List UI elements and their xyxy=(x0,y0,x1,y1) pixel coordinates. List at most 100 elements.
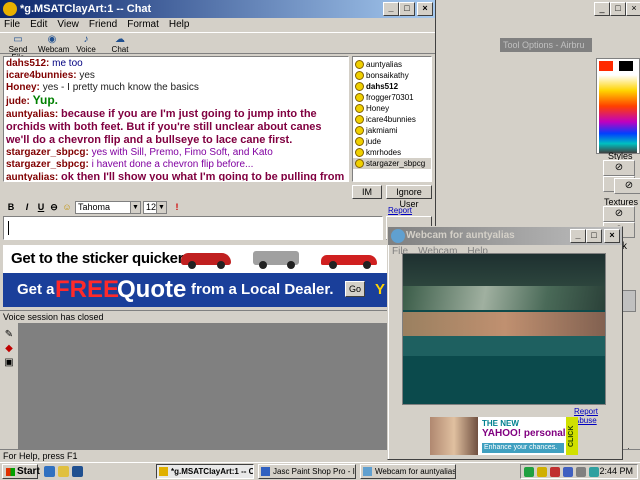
user-list-item[interactable]: dahs512 xyxy=(353,81,431,92)
close-button[interactable]: × xyxy=(604,229,620,243)
user-list-item[interactable]: icare4bunnies xyxy=(353,114,431,125)
chat-message: jude: Yup. xyxy=(6,94,346,108)
task-label: Jasc Paint Shop Pro - Ima... xyxy=(273,467,355,476)
toolbar-chat-button[interactable]: ☁ Chat xyxy=(106,33,134,54)
smiley-face-icon xyxy=(355,137,364,146)
menu-help[interactable]: Help xyxy=(169,18,190,32)
network-icon[interactable] xyxy=(524,467,534,477)
underline-button[interactable]: U xyxy=(35,201,47,214)
taskbar-task-button[interactable]: Jasc Paint Shop Pro - Ima... xyxy=(258,464,356,479)
ad-photo xyxy=(430,417,478,455)
style-null-icon[interactable]: ⊘ xyxy=(603,160,635,176)
smiley-face-icon xyxy=(355,159,364,168)
maximize-button[interactable]: □ xyxy=(399,2,415,16)
toolbar-send-file-button[interactable]: ▭Send File xyxy=(4,33,32,62)
ad-brand: YAHOO! personals xyxy=(482,428,572,439)
menu-format[interactable]: Format xyxy=(127,18,159,32)
color-gradient-picker[interactable] xyxy=(599,75,637,153)
minimize-icon[interactable]: _ xyxy=(594,2,610,16)
user-list-item[interactable]: bonsaikathy xyxy=(353,70,431,81)
start-button[interactable]: Start xyxy=(2,464,40,479)
ignore-user-button[interactable]: Ignore User xyxy=(386,185,432,209)
webcam-titlebar[interactable]: Webcam for auntyalias _ □ × xyxy=(388,227,622,245)
foreground-swatch[interactable] xyxy=(599,61,613,71)
emoticon-icon[interactable]: ☺ xyxy=(61,201,73,214)
banner-quote: Quote xyxy=(117,276,187,303)
ad-tagline: Enhance your chances. xyxy=(482,443,564,453)
toolbar-webcam-button[interactable]: ◉ Webcam xyxy=(38,33,69,54)
user-list-item[interactable]: auntyalias xyxy=(353,59,431,70)
banner-bottom-strip: Get a FREE Quote from a Local Dealer. Go… xyxy=(3,273,387,307)
user-list-item[interactable]: stargazer_sbpcg xyxy=(353,158,431,169)
message-input[interactable] xyxy=(3,216,383,240)
voice-panel xyxy=(0,323,436,449)
outlook-express-icon[interactable] xyxy=(58,466,69,477)
menu-edit[interactable]: Edit xyxy=(30,18,47,32)
user-list-item[interactable]: Honey xyxy=(353,103,431,114)
im-button[interactable]: IM xyxy=(352,185,382,199)
voice-tools: ✎ ◆ ▣ xyxy=(0,323,18,449)
menu-view[interactable]: View xyxy=(57,18,79,32)
message-text: yes xyxy=(79,70,95,81)
user-list-item[interactable]: kmrhodes xyxy=(353,147,431,158)
smiley-face-icon xyxy=(355,104,364,113)
message-sender: stargazer_sbpcg: xyxy=(6,147,89,158)
taskbar-task-button[interactable]: Webcam for auntyalias xyxy=(360,464,456,479)
chat-log[interactable]: dahs512: me too icare4bunnies: yes Honey: … xyxy=(3,56,349,182)
chevron-down-icon: ▼ xyxy=(130,202,140,213)
maximize-button[interactable]: □ xyxy=(586,229,602,243)
close-icon[interactable]: × xyxy=(626,2,640,16)
style-null-icon-2[interactable]: ⊘ xyxy=(614,178,640,194)
toolbar-voice-button[interactable]: ♪ Voice xyxy=(72,33,100,54)
car-image-2 xyxy=(253,249,303,269)
display-icon[interactable] xyxy=(563,467,573,477)
taskbar-task-button[interactable]: *g.MSATClayArt:1 -- Chat xyxy=(156,464,254,479)
user-list-item[interactable]: jude xyxy=(353,136,431,147)
background-swatch[interactable] xyxy=(619,61,633,71)
text-color-icon[interactable]: ⊖ xyxy=(48,201,60,214)
font-size-select[interactable]: 12 ▼ xyxy=(143,201,167,214)
ad-click-button[interactable]: CLICK xyxy=(566,417,578,455)
voice-status: Voice session has closed xyxy=(0,310,436,322)
tool-options-panel[interactable]: Tool Options - Airbru xyxy=(500,38,592,52)
chat-titlebar[interactable]: *g.MSATClayArt:1 -- Chat _ □ × xyxy=(0,0,435,18)
texture-null-icon[interactable]: ⊘ xyxy=(603,206,635,222)
webcam-tray-icon[interactable] xyxy=(589,467,599,477)
webcam-report-abuse-link[interactable]: Report Abuse xyxy=(574,407,622,425)
user-name: Honey xyxy=(366,104,390,113)
maximize-icon[interactable]: □ xyxy=(610,2,626,16)
banner-go-button[interactable]: Go xyxy=(345,281,365,297)
minimize-button[interactable]: _ xyxy=(383,2,399,16)
smiley-face-icon xyxy=(355,60,364,69)
menu-friend[interactable]: Friend xyxy=(89,18,117,32)
user-list-item[interactable]: jakmiami xyxy=(353,125,431,136)
minimize-button[interactable]: _ xyxy=(570,229,586,243)
color-palette[interactable] xyxy=(596,58,640,154)
alert-icon[interactable]: ! xyxy=(171,201,183,214)
pencil-icon[interactable]: ✎ xyxy=(3,329,15,340)
chat-toolbar: ▭Send File ◉Webcam♪Voice ☁Chat xyxy=(0,32,435,62)
task-app-icon xyxy=(261,467,270,476)
message-text: me too xyxy=(52,58,83,69)
messenger-tray-icon[interactable] xyxy=(537,467,547,477)
webcam-title: Webcam for auntyalias xyxy=(406,230,515,241)
user-list-item[interactable]: frogger70301 xyxy=(353,92,431,103)
yahoo-personals-ad[interactable]: THE NEW YAHOO! personals Enhance your ch… xyxy=(430,417,578,455)
italic-button[interactable]: I xyxy=(21,201,33,214)
menu-file[interactable]: File xyxy=(4,18,20,32)
close-button[interactable]: × xyxy=(417,2,433,16)
webcam-video-feed xyxy=(402,253,606,405)
font-size-value: 12 xyxy=(146,202,157,212)
toolbar-label: Voice xyxy=(76,45,96,54)
bold-button[interactable]: B xyxy=(5,201,17,214)
ad-the-new: THE NEW xyxy=(482,419,519,428)
color-picker-icon[interactable]: ◆ xyxy=(3,343,15,354)
internet-explorer-icon[interactable] xyxy=(44,466,55,477)
volume-icon[interactable] xyxy=(576,467,586,477)
dealer-quote-banner-ad[interactable]: Get to the sticker quicker. Get a FREE Q… xyxy=(3,245,387,307)
antivirus-icon[interactable] xyxy=(550,467,560,477)
eraser-icon[interactable]: ▣ xyxy=(3,357,15,368)
font-select[interactable]: Tahoma ▼ xyxy=(75,201,141,214)
user-list[interactable]: auntyalias bonsaikathy dahs512 frogger70301… xyxy=(352,56,432,182)
show-desktop-icon[interactable] xyxy=(72,466,83,477)
